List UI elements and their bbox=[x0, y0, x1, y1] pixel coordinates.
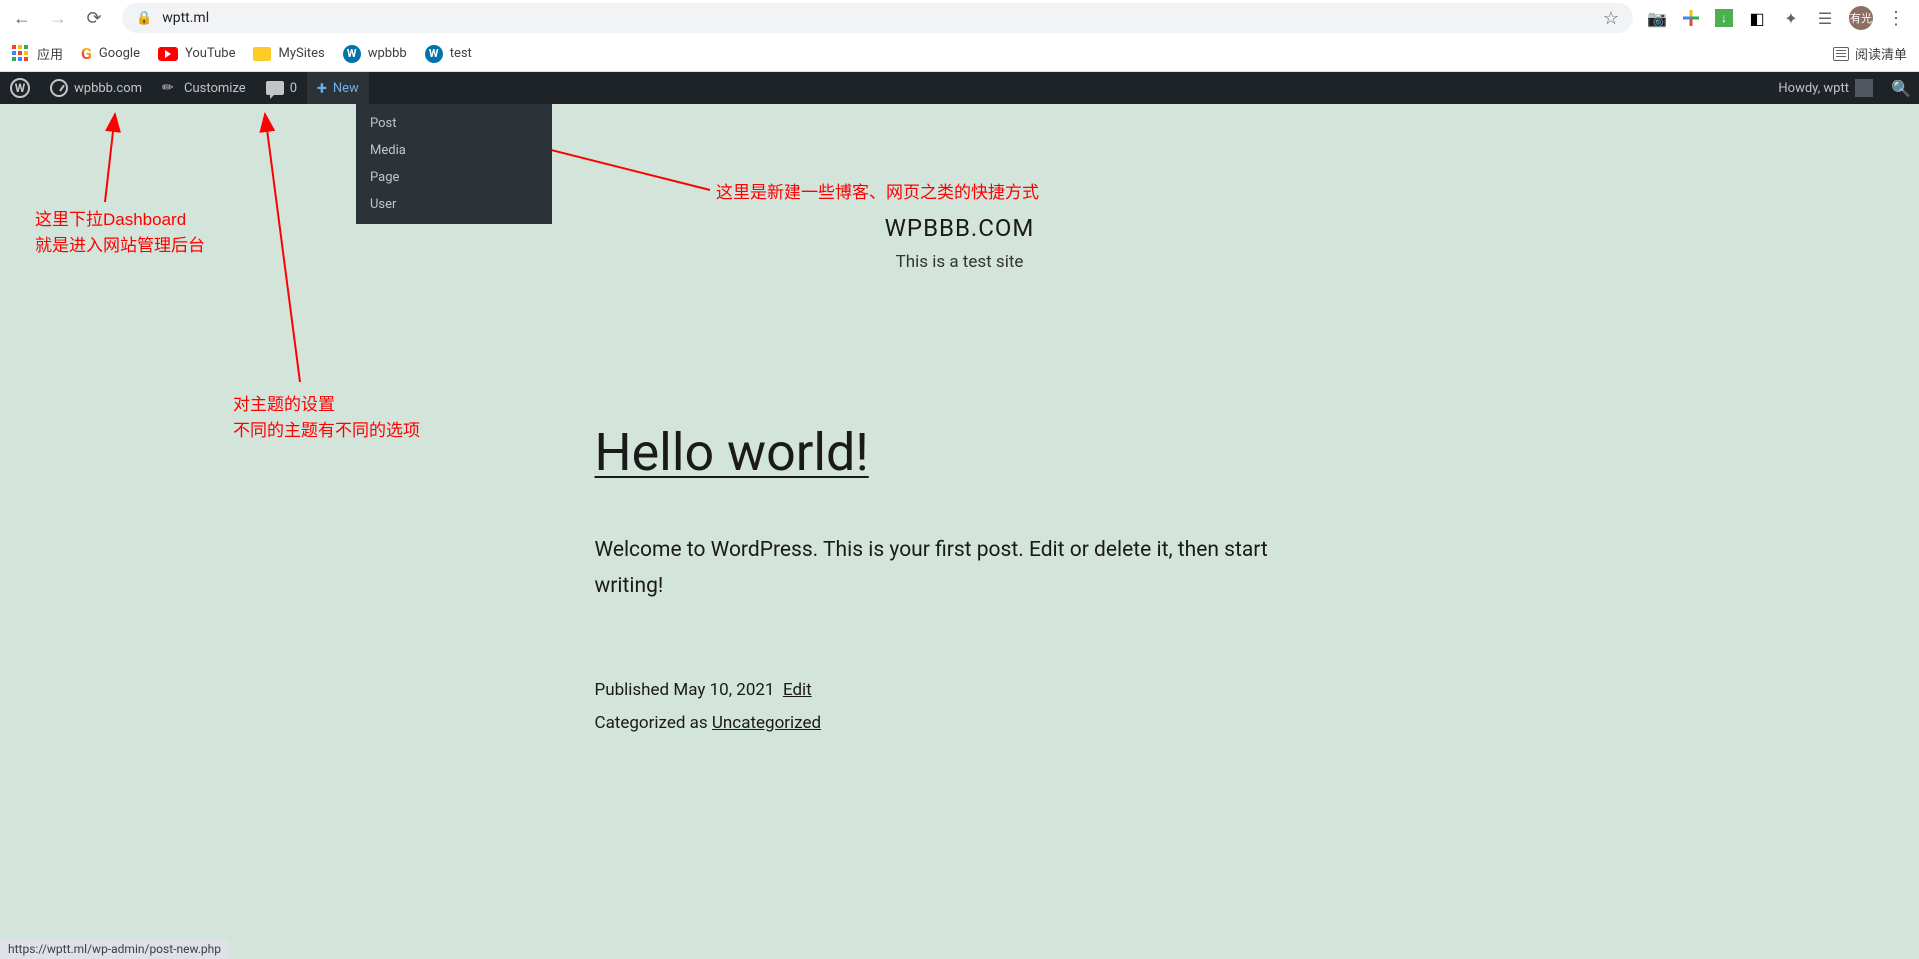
bookmark-test[interactable]: W test bbox=[425, 45, 472, 63]
extension-icon-1[interactable]: ◧ bbox=[1747, 8, 1767, 28]
new-user-item[interactable]: User bbox=[356, 191, 552, 218]
howdy-label: Howdy, wptt bbox=[1778, 81, 1849, 96]
bookmark-wpbbb[interactable]: W wpbbb bbox=[343, 45, 407, 63]
site-header: WPBBB.COM This is a test site bbox=[0, 104, 1919, 272]
profile-avatar[interactable]: 有光 bbox=[1849, 6, 1873, 30]
youtube-icon bbox=[158, 47, 178, 61]
new-content-dropdown: Post Media Page User bbox=[356, 104, 552, 224]
new-post-item[interactable]: Post bbox=[356, 110, 552, 137]
categorized-prefix: Categorized as bbox=[595, 713, 712, 733]
extensions-puzzle-icon[interactable]: ✦ bbox=[1781, 8, 1801, 28]
annotation-customize: 对主题的设置 不同的主题有不同的选项 bbox=[233, 392, 420, 443]
star-icon[interactable]: ☆ bbox=[1603, 8, 1619, 29]
dashboard-icon bbox=[50, 79, 68, 97]
site-tagline: This is a test site bbox=[0, 252, 1919, 272]
bookmark-google[interactable]: G Google bbox=[81, 44, 140, 63]
plus-icon: + bbox=[317, 78, 327, 99]
customize-label: Customize bbox=[184, 81, 246, 96]
admin-search[interactable]: 🔍 bbox=[1883, 72, 1919, 104]
published-date: May 10, 2021 bbox=[673, 680, 774, 700]
bookmark-mysites-label: MySites bbox=[278, 46, 324, 61]
brush-icon bbox=[162, 80, 178, 96]
back-button[interactable]: ← bbox=[8, 4, 36, 32]
edit-post-link[interactable]: Edit bbox=[783, 680, 812, 700]
post-area: Hello world! Welcome to WordPress. This … bbox=[575, 422, 1345, 739]
bookmark-youtube-label: YouTube bbox=[185, 46, 236, 61]
folder-icon bbox=[253, 47, 271, 61]
bookmark-youtube[interactable]: YouTube bbox=[158, 46, 236, 61]
camera-icon[interactable]: 📷 bbox=[1647, 8, 1667, 28]
reading-mode-icon[interactable]: ☰ bbox=[1815, 8, 1835, 28]
reading-list-button[interactable]: 阅读清单 bbox=[1833, 44, 1907, 63]
category-link[interactable]: Uncategorized bbox=[712, 713, 821, 733]
new-content-menu[interactable]: + New bbox=[307, 72, 369, 104]
comments-link[interactable]: 0 bbox=[256, 72, 307, 104]
comment-icon bbox=[266, 81, 284, 95]
post-excerpt: Welcome to WordPress. This is your first… bbox=[595, 533, 1325, 604]
site-name-menu[interactable]: wpbbb.com bbox=[40, 72, 152, 104]
new-media-item[interactable]: Media bbox=[356, 137, 552, 164]
page-area: W wpbbb.com Customize 0 + New Howdy, wpt… bbox=[0, 72, 1919, 959]
lock-icon: 🔒 bbox=[136, 11, 152, 26]
reading-list-icon bbox=[1833, 47, 1849, 61]
wordpress-favicon: W bbox=[425, 45, 443, 63]
search-icon: 🔍 bbox=[1891, 79, 1911, 98]
new-page-item[interactable]: Page bbox=[356, 164, 552, 191]
wordpress-logo-icon: W bbox=[10, 78, 30, 98]
user-avatar-icon bbox=[1855, 79, 1873, 97]
url-text: wptt.ml bbox=[162, 10, 209, 26]
customize-link[interactable]: Customize bbox=[152, 72, 256, 104]
annotation-customize-line1: 对主题的设置 bbox=[233, 392, 420, 418]
site-name-label: wpbbb.com bbox=[74, 81, 142, 96]
bookmark-google-label: Google bbox=[99, 46, 140, 61]
bookmark-wpbbb-label: wpbbb bbox=[368, 46, 407, 61]
bookmarks-bar: 应用 G Google YouTube MySites W wpbbb W te… bbox=[0, 36, 1919, 72]
howdy-account[interactable]: Howdy, wptt bbox=[1768, 72, 1883, 104]
extension-plus-icon[interactable] bbox=[1681, 8, 1701, 28]
reload-button[interactable]: ⟳ bbox=[80, 4, 108, 32]
toolbar-right: 📷 ↓ ◧ ✦ ☰ 有光 ⋮ bbox=[1647, 6, 1911, 30]
download-extension-icon[interactable]: ↓ bbox=[1715, 9, 1733, 27]
bookmark-apps-label: 应用 bbox=[37, 44, 63, 63]
forward-button[interactable]: → bbox=[44, 4, 72, 32]
new-label: New bbox=[333, 81, 359, 96]
bookmark-test-label: test bbox=[450, 46, 472, 61]
comments-count: 0 bbox=[290, 81, 297, 96]
post-title-link[interactable]: Hello world! bbox=[595, 422, 1325, 483]
browser-status-bar: https://wptt.ml/wp-admin/post-new.php bbox=[0, 939, 229, 959]
url-bar[interactable]: 🔒 wptt.ml ☆ bbox=[122, 3, 1633, 33]
annotation-customize-line2: 不同的主题有不同的选项 bbox=[233, 418, 420, 444]
post-meta: Published May 10, 2021 Edit Categorized … bbox=[595, 674, 1325, 739]
wp-admin-bar: W wpbbb.com Customize 0 + New Howdy, wpt… bbox=[0, 72, 1919, 104]
reading-list-label: 阅读清单 bbox=[1855, 44, 1907, 63]
bookmark-mysites[interactable]: MySites bbox=[253, 46, 324, 61]
browser-menu-icon[interactable]: ⋮ bbox=[1887, 8, 1905, 29]
browser-toolbar: ← → ⟳ 🔒 wptt.ml ☆ 📷 ↓ ◧ ✦ ☰ 有光 ⋮ bbox=[0, 0, 1919, 36]
google-icon: G bbox=[81, 44, 92, 63]
apps-grid-icon bbox=[12, 45, 30, 63]
wp-logo-menu[interactable]: W bbox=[0, 72, 40, 104]
bookmark-apps[interactable]: 应用 bbox=[12, 44, 63, 63]
wordpress-favicon: W bbox=[343, 45, 361, 63]
published-prefix: Published bbox=[595, 680, 674, 700]
site-title[interactable]: WPBBB.COM bbox=[0, 214, 1919, 242]
